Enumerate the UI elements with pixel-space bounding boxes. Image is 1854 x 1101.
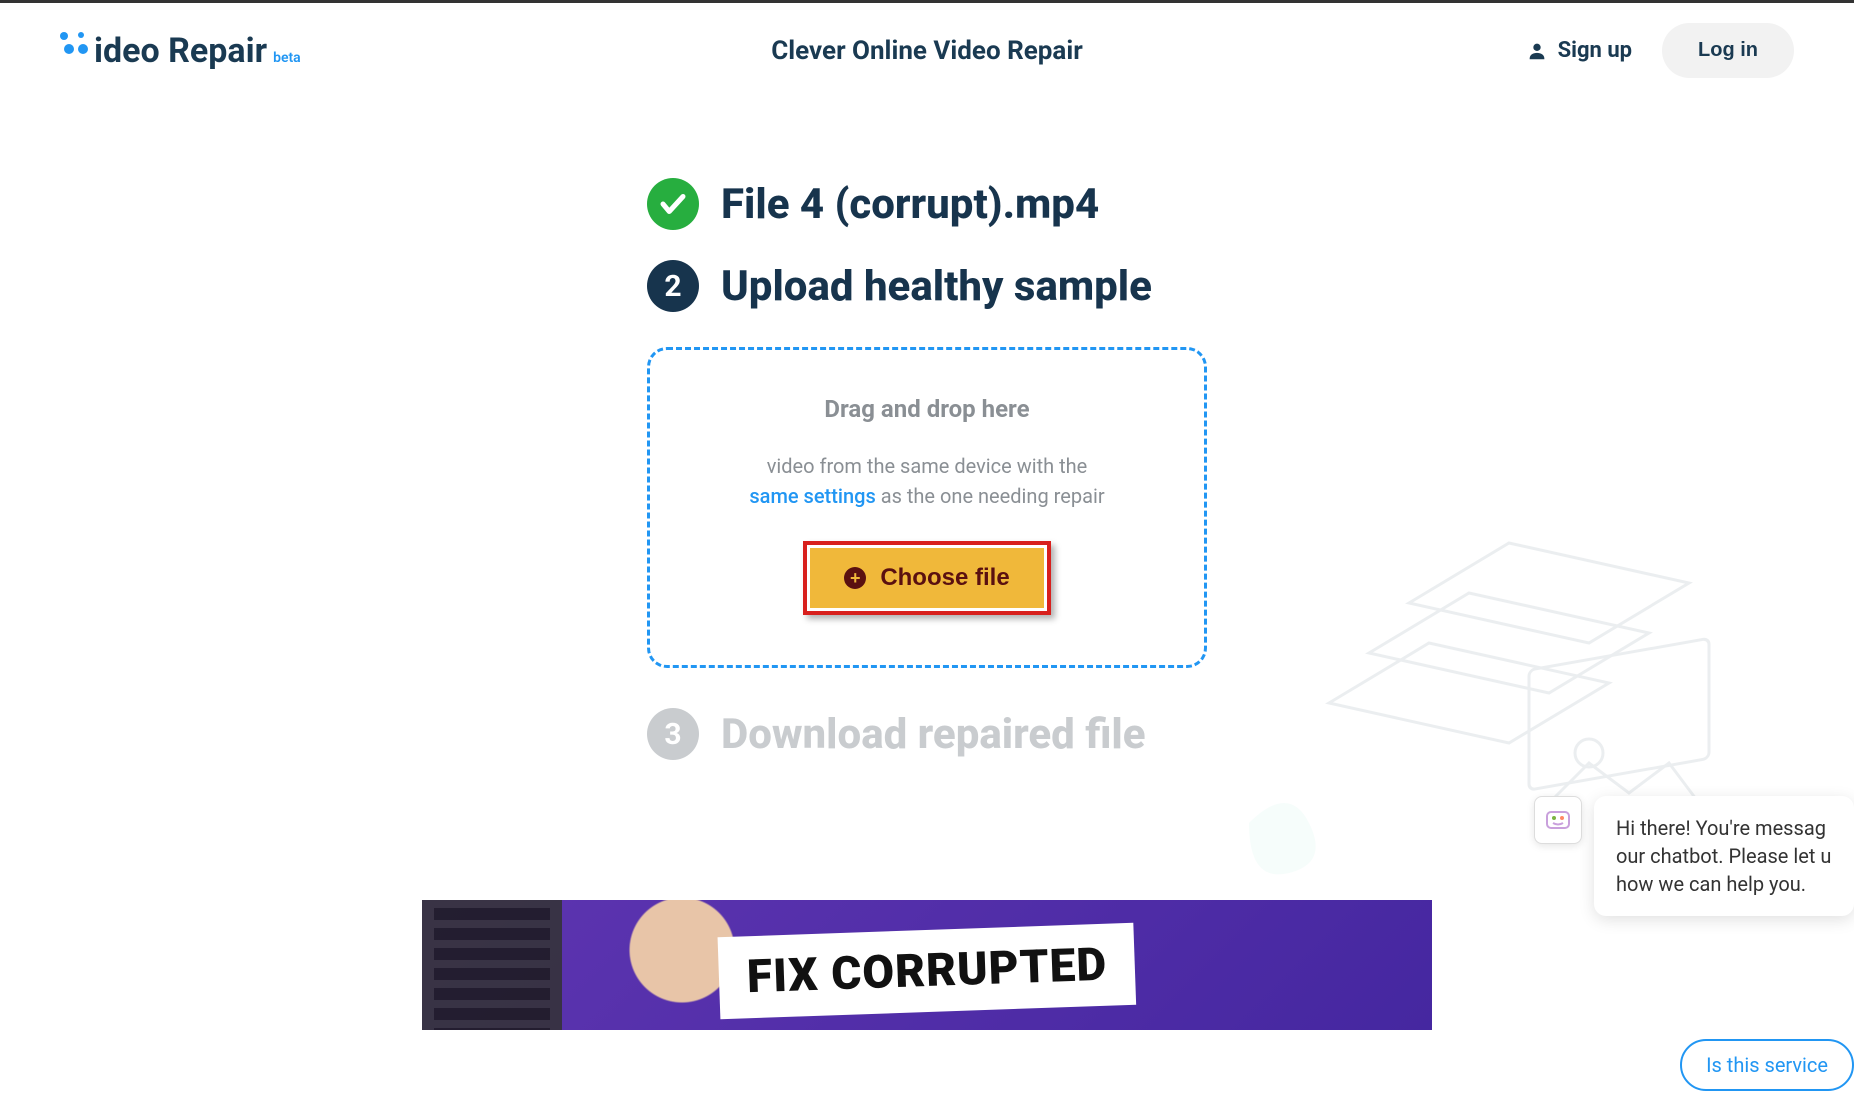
chat-message: Hi there! You're messag our chatbot. Ple… <box>1594 796 1854 916</box>
chatbot-icon <box>1544 806 1572 834</box>
step-3-number-badge: 3 <box>647 708 699 760</box>
plus-icon: + <box>844 567 866 589</box>
dropzone-desc-post: as the one needing repair <box>876 484 1105 508</box>
step-3-title: Download repaired file <box>721 710 1146 759</box>
chat-suggestion-button[interactable]: Is this service <box>1680 1039 1854 1091</box>
chat-widget: Hi there! You're messag our chatbot. Ple… <box>1534 796 1854 916</box>
signup-link[interactable]: Sign up <box>1526 38 1632 63</box>
page-title: Clever Online Video Repair <box>771 36 1082 66</box>
choose-file-label: Choose file <box>880 564 1009 592</box>
signup-label: Sign up <box>1558 38 1632 63</box>
header: ideo Repair beta Clever Online Video Rep… <box>0 3 1854 98</box>
banner-text: FIX CORRUPTED <box>718 923 1137 1019</box>
dropzone-desc-pre: video from the same device with the <box>767 454 1088 478</box>
promo-video-banner[interactable]: FIX CORRUPTED <box>422 900 1432 1030</box>
chatbot-avatar[interactable] <box>1534 796 1582 844</box>
logo-badge: beta <box>273 50 301 66</box>
step-1-row: File 4 (corrupt).mp4 <box>647 178 1099 230</box>
step-1-filename: File 4 (corrupt).mp4 <box>721 180 1099 229</box>
choose-file-highlight: + Choose file <box>803 541 1050 615</box>
step-3-row: 3 Download repaired file <box>647 708 1146 760</box>
check-icon <box>658 189 688 219</box>
step-2-number-badge: 2 <box>647 260 699 312</box>
user-icon <box>1526 40 1548 62</box>
film-strip-decoration <box>422 900 562 1030</box>
step-2-row: 2 Upload healthy sample <box>647 260 1152 312</box>
same-settings-link[interactable]: same settings <box>749 484 875 508</box>
dropzone-title: Drag and drop here <box>680 395 1174 423</box>
logo-text: ideo Repair <box>94 31 267 71</box>
login-button[interactable]: Log in <box>1662 23 1794 78</box>
header-actions: Sign up Log in <box>1526 23 1794 78</box>
step-2-title: Upload healthy sample <box>721 262 1152 311</box>
upload-dropzone[interactable]: Drag and drop here video from the same d… <box>647 347 1207 668</box>
choose-file-button[interactable]: + Choose file <box>810 548 1043 608</box>
step-1-done-icon <box>647 178 699 230</box>
logo[interactable]: ideo Repair beta <box>60 31 301 71</box>
dropzone-description: video from the same device with the same… <box>680 451 1174 511</box>
logo-icon <box>60 32 90 62</box>
